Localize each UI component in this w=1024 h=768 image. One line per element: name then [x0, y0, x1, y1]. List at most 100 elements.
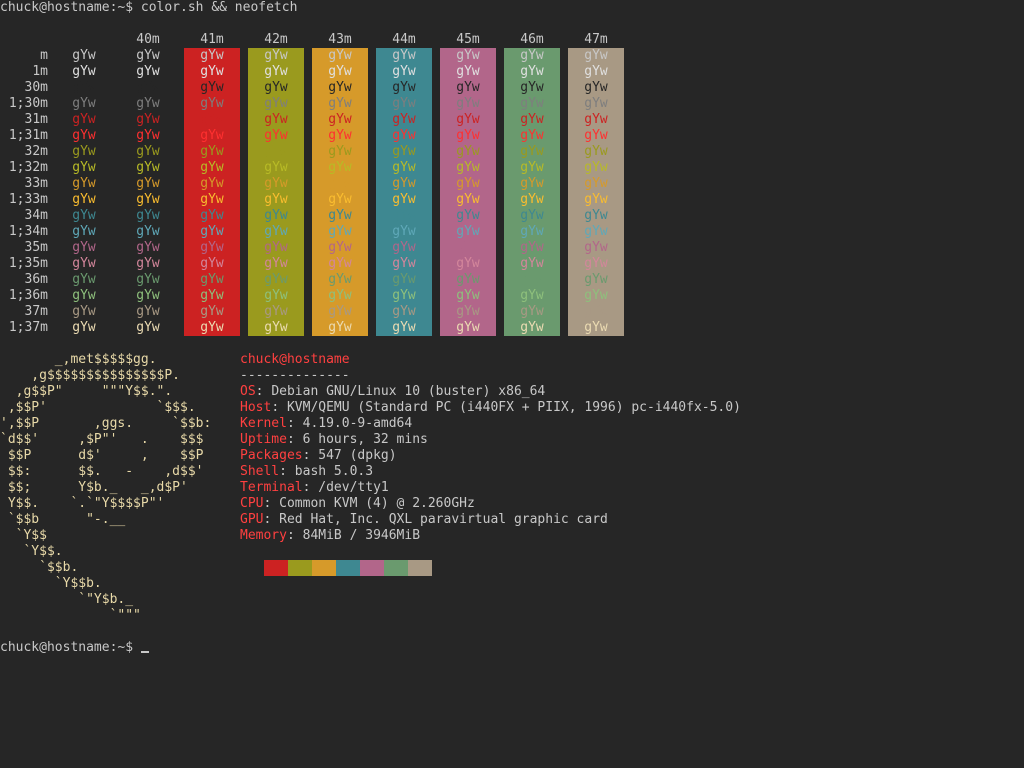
row-label: 36m: [24, 272, 48, 287]
color-sample: gYw: [328, 64, 352, 79]
shell-prompt-line[interactable]: chuck@hostname:~$: [0, 640, 149, 656]
color-sample: gYw: [584, 48, 608, 63]
color-sample: gYw: [456, 240, 480, 255]
color-sample: gYw: [136, 224, 160, 239]
color-sample: gYw: [392, 208, 416, 223]
color-sample: gYw: [264, 208, 288, 223]
row-label: 1;30m: [8, 96, 48, 111]
logo-line: $$P d$' , $$P: [0, 448, 204, 463]
logo-line: `d$$' ,$P"' . $$$: [0, 432, 204, 447]
color-sample: gYw: [520, 224, 544, 239]
info-key: Shell: [240, 464, 280, 479]
color-sample: gYw: [456, 208, 480, 223]
color-sample: gYw: [520, 48, 544, 63]
info-row: OS: Debian GNU/Linux 10 (buster) x86_64: [240, 384, 545, 400]
color-sample: gYw: [328, 208, 352, 223]
color-sample: gYw: [264, 112, 288, 127]
color-sample: gYw: [584, 224, 608, 239]
info-key: Kernel: [240, 416, 287, 431]
color-sample: gYw: [264, 320, 288, 335]
color-sample: gYw: [392, 256, 416, 271]
color-sample: gYw: [520, 240, 544, 255]
logo-line: `Y$$: [0, 528, 47, 543]
color-sample: gYw: [456, 224, 480, 239]
row-label: 1;35m: [8, 256, 48, 271]
color-sample: gYw: [136, 96, 160, 111]
info-key: CPU: [240, 496, 264, 511]
color-sample: gYw: [392, 272, 416, 287]
color-sample: gYw: [392, 176, 416, 191]
col-header: 45m: [456, 32, 480, 47]
row-label: 1;37m: [8, 320, 48, 335]
color-sample: gYw: [584, 288, 608, 303]
color-sample: gYw: [328, 272, 352, 287]
color-sample: gYw: [264, 176, 288, 191]
info-row: Uptime: 6 hours, 32 mins: [240, 432, 428, 448]
color-sample: gYw: [520, 272, 544, 287]
color-sample: gYw: [72, 128, 96, 143]
color-sample: gYw: [584, 128, 608, 143]
color-sample: gYw: [520, 288, 544, 303]
info-row: Kernel: 4.19.0-9-amd64: [240, 416, 412, 432]
info-row: Host: KVM/QEMU (Standard PC (i440FX + PI…: [240, 400, 741, 416]
color-sample: gYw: [136, 80, 160, 95]
color-sample: gYw: [584, 96, 608, 111]
info-colon: :: [286, 528, 303, 543]
info-colon: :: [263, 512, 280, 527]
color-sample: gYw: [264, 80, 288, 95]
terminal-window[interactable]: chuck@hostname:~$ color.sh && neofetch 4…: [0, 0, 1024, 768]
color-sample: gYw: [456, 112, 480, 127]
info-row: Packages: 547 (dpkg): [240, 448, 397, 464]
color-sample: gYw: [264, 240, 288, 255]
color-sample: gYw: [264, 256, 288, 271]
info-key: Uptime: [240, 432, 287, 447]
color-sample: gYw: [520, 128, 544, 143]
color-sample: gYw: [584, 112, 608, 127]
color-sample: gYw: [584, 160, 608, 175]
info-key: OS: [240, 384, 256, 399]
color-sample: gYw: [72, 48, 96, 63]
color-sample: gYw: [584, 192, 608, 207]
color-sample: gYw: [72, 304, 96, 319]
color-sample: gYw: [200, 288, 224, 303]
col-header: 44m: [392, 32, 416, 47]
color-sample: gYw: [136, 112, 160, 127]
col-header: 41m: [200, 32, 224, 47]
row-label: 1;33m: [8, 192, 48, 207]
logo-line: `""": [0, 608, 141, 623]
color-sample: gYw: [392, 160, 416, 175]
row-label: 35m: [24, 240, 48, 255]
color-sample: gYw: [520, 96, 544, 111]
color-sample: gYw: [328, 304, 352, 319]
col-header: 43m: [328, 32, 352, 47]
color-sample: gYw: [456, 128, 480, 143]
color-sample: gYw: [456, 80, 480, 95]
color-sample: gYw: [264, 128, 288, 143]
row-label: 31m: [24, 112, 48, 127]
color-sample: gYw: [456, 272, 480, 287]
logo-line: $$; Y$b._ _,d$P': [0, 480, 188, 495]
info-value: Debian GNU/Linux 10 (buster) x86_64: [271, 384, 546, 399]
col-header: 40m: [136, 32, 160, 47]
row-label: 37m: [24, 304, 48, 319]
info-value: /dev/tty1: [318, 480, 389, 495]
logo-line: _,met$$$$$gg.: [0, 352, 157, 367]
color-sample: gYw: [200, 272, 224, 287]
color-sample: gYw: [584, 144, 608, 159]
info-key: GPU: [240, 512, 264, 527]
color-sample: gYw: [392, 192, 416, 207]
logo-line: `$$b.: [0, 560, 79, 575]
color-sample: gYw: [200, 112, 224, 127]
color-sample: gYw: [328, 144, 352, 159]
info-value: bash 5.0.3: [294, 464, 374, 479]
info-key: Memory: [240, 528, 287, 543]
color-swatch: [288, 560, 312, 576]
logo-line: `Y$$b.: [0, 576, 102, 591]
color-sample: gYw: [328, 320, 352, 335]
color-sample: gYw: [328, 112, 352, 127]
color-sample: gYw: [392, 144, 416, 159]
color-sample: gYw: [264, 48, 288, 63]
color-sample: gYw: [328, 176, 352, 191]
info-row: Shell: bash 5.0.3: [240, 464, 373, 480]
row-label: 30m: [24, 80, 48, 95]
